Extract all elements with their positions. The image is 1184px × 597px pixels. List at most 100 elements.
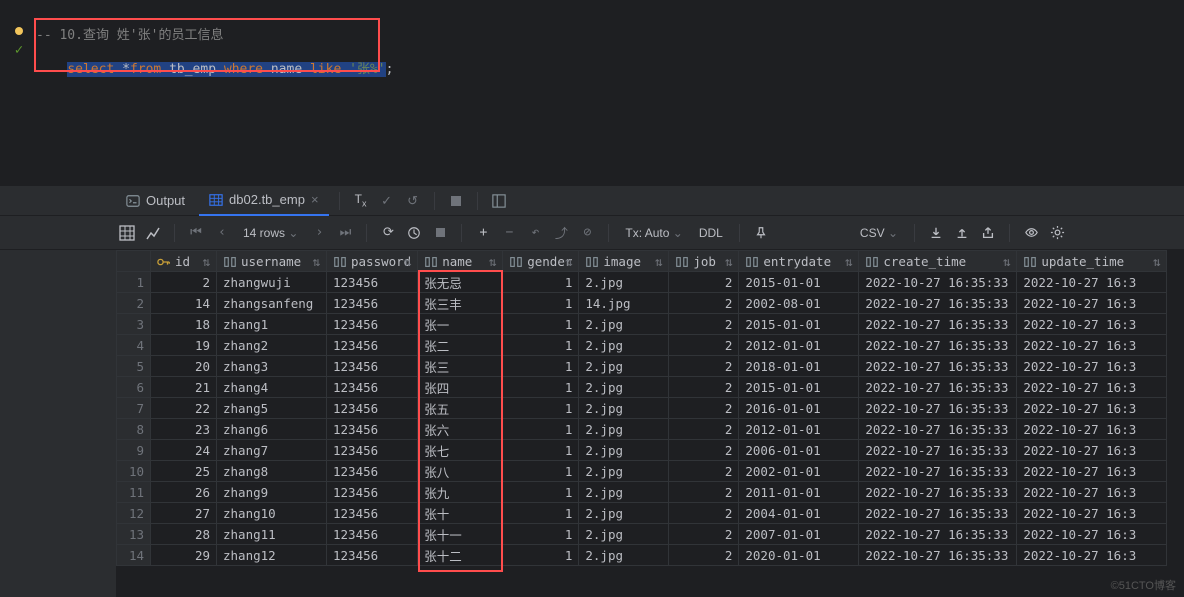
cell-update_time[interactable]: 2022-10-27 16:3 [1017,524,1167,545]
cell-image[interactable]: 2.jpg [579,440,669,461]
cell-image[interactable]: 2.jpg [579,377,669,398]
cell-image[interactable]: 14.jpg [579,293,669,314]
cell-entrydate[interactable]: 2007-01-01 [739,524,859,545]
ddl-button[interactable]: DDL [693,226,729,240]
cell-create_time[interactable]: 2022-10-27 16:35:33 [859,503,1017,524]
cell-name[interactable]: 张一 [418,314,503,335]
cell-create_time[interactable]: 2022-10-27 16:35:33 [859,419,1017,440]
cell-job[interactable]: 2 [669,377,739,398]
cell-create_time[interactable]: 2022-10-27 16:35:33 [859,398,1017,419]
cell-username[interactable]: zhang5 [217,398,327,419]
cell-name[interactable]: 张四 [418,377,503,398]
cell-image[interactable]: 2.jpg [579,335,669,356]
cell-id[interactable]: 29 [151,545,217,566]
cell-job[interactable]: 2 [669,272,739,293]
cell-password[interactable]: 123456 [327,482,418,503]
cell-update_time[interactable]: 2022-10-27 16:3 [1017,545,1167,566]
cell-password[interactable]: 123456 [327,503,418,524]
column-header-name[interactable]: name⇅ [418,251,503,272]
cell-name[interactable]: 张九 [418,482,503,503]
cell-password[interactable]: 123456 [327,419,418,440]
cell-gender[interactable]: 1 [503,272,579,293]
cell-name[interactable]: 张六 [418,419,503,440]
cell-gender[interactable]: 1 [503,545,579,566]
cell-entrydate[interactable]: 2015-01-01 [739,272,859,293]
cell-gender[interactable]: 1 [503,419,579,440]
cell-entrydate[interactable]: 2002-08-01 [739,293,859,314]
cell-id[interactable]: 22 [151,398,217,419]
cell-name[interactable]: 张三 [418,356,503,377]
cell-entrydate[interactable]: 2012-01-01 [739,419,859,440]
column-header-update_time[interactable]: update_time⇅ [1017,251,1167,272]
upload-icon[interactable] [951,222,973,244]
cell-password[interactable]: 123456 [327,524,418,545]
cell-create_time[interactable]: 2022-10-27 16:35:33 [859,314,1017,335]
breakpoint-icon[interactable] [12,24,26,38]
table-row[interactable]: 1328zhang11123456张十一12.jpg22007-01-01202… [117,524,1167,545]
table-row[interactable]: 12zhangwuji123456张无忌12.jpg22015-01-01202… [117,272,1167,293]
add-row-icon[interactable]: + [472,222,494,244]
cell-gender[interactable]: 1 [503,314,579,335]
cell-image[interactable]: 2.jpg [579,503,669,524]
cell-username[interactable]: zhang10 [217,503,327,524]
cell-gender[interactable]: 1 [503,482,579,503]
cell-job[interactable]: 2 [669,419,739,440]
column-header-entrydate[interactable]: entrydate⇅ [739,251,859,272]
cell-update_time[interactable]: 2022-10-27 16:3 [1017,440,1167,461]
cell-password[interactable]: 123456 [327,335,418,356]
cancel-icon[interactable]: ⊘ [576,222,598,244]
cell-job[interactable]: 2 [669,335,739,356]
layout-icon[interactable] [488,190,510,212]
cell-entrydate[interactable]: 2016-01-01 [739,398,859,419]
cell-id[interactable]: 19 [151,335,217,356]
commit-icon[interactable]: ✓ [376,190,398,212]
cell-gender[interactable]: 1 [503,503,579,524]
table-row[interactable]: 823zhang6123456张六12.jpg22012-01-012022-1… [117,419,1167,440]
tab-output[interactable]: Output [116,186,195,216]
cell-username[interactable]: zhang3 [217,356,327,377]
cell-update_time[interactable]: 2022-10-27 16:3 [1017,503,1167,524]
cell-job[interactable]: 2 [669,398,739,419]
cell-create_time[interactable]: 2022-10-27 16:35:33 [859,524,1017,545]
cell-image[interactable]: 2.jpg [579,482,669,503]
cell-job[interactable]: 2 [669,524,739,545]
cell-password[interactable]: 123456 [327,545,418,566]
cell-job[interactable]: 2 [669,482,739,503]
cell-image[interactable]: 2.jpg [579,461,669,482]
cell-update_time[interactable]: 2022-10-27 16:3 [1017,356,1167,377]
cell-image[interactable]: 2.jpg [579,272,669,293]
cell-password[interactable]: 123456 [327,356,418,377]
cell-gender[interactable]: 1 [503,461,579,482]
cell-password[interactable]: 123456 [327,314,418,335]
cell-gender[interactable]: 1 [503,377,579,398]
cell-username[interactable]: zhang1 [217,314,327,335]
cell-password[interactable]: 123456 [327,272,418,293]
cell-name[interactable]: 张三丰 [418,293,503,314]
cell-create_time[interactable]: 2022-10-27 16:35:33 [859,293,1017,314]
cell-entrydate[interactable]: 2018-01-01 [739,356,859,377]
cell-username[interactable]: zhang8 [217,461,327,482]
row-count-dropdown[interactable]: 14 rows [237,226,304,240]
cell-username[interactable]: zhangsanfeng [217,293,327,314]
cell-id[interactable]: 23 [151,419,217,440]
cell-password[interactable]: 123456 [327,461,418,482]
next-page-icon[interactable]: › [308,222,330,244]
cell-username[interactable]: zhang12 [217,545,327,566]
cell-username[interactable]: zhangwuji [217,272,327,293]
last-page-icon[interactable]: ⏭ [334,222,356,244]
cell-id[interactable]: 24 [151,440,217,461]
cell-entrydate[interactable]: 2006-01-01 [739,440,859,461]
column-header-password[interactable]: password⇅ [327,251,418,272]
cell-job[interactable]: 2 [669,545,739,566]
table-row[interactable]: 621zhang4123456张四12.jpg22015-01-012022-1… [117,377,1167,398]
cell-create_time[interactable]: 2022-10-27 16:35:33 [859,335,1017,356]
pin-icon[interactable] [750,222,772,244]
cell-entrydate[interactable]: 2015-01-01 [739,377,859,398]
cell-id[interactable]: 26 [151,482,217,503]
close-icon[interactable]: × [311,192,319,207]
settings-icon[interactable] [1046,222,1068,244]
cell-password[interactable]: 123456 [327,398,418,419]
stop-icon[interactable] [445,190,467,212]
stop-small-icon[interactable] [429,222,451,244]
table-row[interactable]: 1126zhang9123456张九12.jpg22011-01-012022-… [117,482,1167,503]
